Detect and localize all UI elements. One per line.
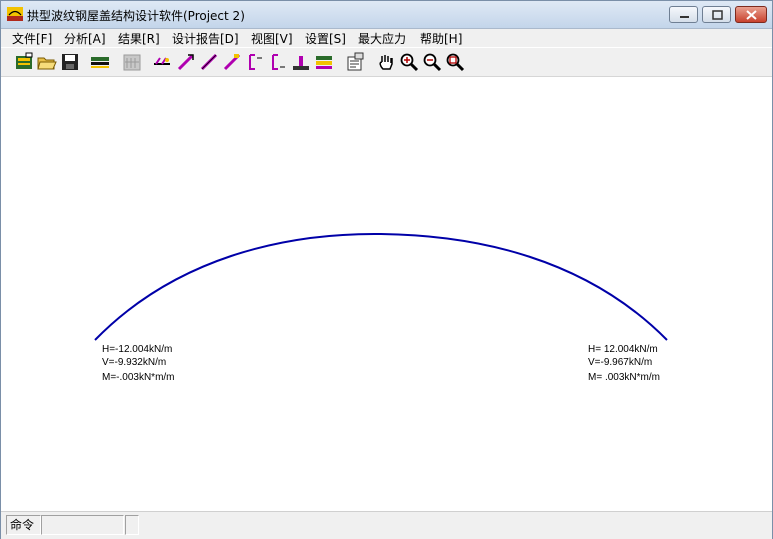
menu-view[interactable]: 视图[V]: [251, 30, 293, 47]
zoom-in-icon: [400, 53, 419, 72]
arch-drawing: [94, 232, 668, 341]
support-icon: [154, 57, 170, 65]
left-reaction-v: V=-9.932kN/m: [102, 357, 167, 368]
left-reaction-m: M=-.003kN*m/m: [102, 372, 175, 383]
arch-curve: [94, 232, 668, 341]
section-button[interactable]: [90, 52, 110, 72]
close-icon: [746, 10, 757, 20]
bracket-load-button[interactable]: [245, 52, 265, 72]
maximize-icon: [712, 10, 723, 20]
menu-results[interactable]: 结果[R]: [118, 30, 160, 47]
column-button[interactable]: [291, 52, 311, 72]
line-load-button[interactable]: [199, 52, 219, 72]
menu-max-stress[interactable]: 最大应力: [358, 30, 406, 47]
status-panel-2: [41, 515, 124, 535]
properties-button[interactable]: [345, 52, 365, 72]
new-project-button[interactable]: [14, 52, 34, 72]
save-icon: [62, 54, 78, 70]
menu-design-report[interactable]: 设计报告[D]: [172, 30, 239, 47]
zoom-out-button[interactable]: [422, 52, 442, 72]
maximize-button[interactable]: [702, 6, 731, 23]
minimize-icon: [680, 16, 689, 18]
pan-button[interactable]: [376, 52, 396, 72]
right-reaction-m: M= .003kN*m/m: [588, 372, 660, 383]
bracket-right-icon: [272, 54, 285, 70]
left-reaction-h: H=-12.004kN/m: [102, 344, 173, 355]
close-button[interactable]: [735, 6, 767, 23]
drawing-canvas[interactable]: H=-12.004kN/m V=-9.932kN/m M=-.003kN*m/m…: [1, 77, 772, 510]
bracket-load-icon: [249, 54, 262, 70]
new-project-icon: [16, 52, 33, 69]
menu-help[interactable]: 帮助[H]: [420, 30, 462, 47]
results-color-button[interactable]: [314, 52, 334, 72]
zoom-in-button[interactable]: [399, 52, 419, 72]
save-button[interactable]: [60, 52, 80, 72]
pan-hand-icon: [379, 55, 393, 70]
title-bar[interactable]: 拱型波纹钢屋盖结构设计软件(Project 2): [1, 1, 772, 29]
app-window: 拱型波纹钢屋盖结构设计软件(Project 2) 文件[F] 分析[A] 结果[…: [0, 0, 773, 539]
status-command-label: 命令: [6, 515, 41, 535]
calculator-icon: [123, 54, 141, 71]
right-reaction-h: H= 12.004kN/m: [588, 344, 658, 355]
open-button[interactable]: [37, 52, 57, 72]
window-title: 拱型波纹钢屋盖结构设计软件(Project 2): [27, 9, 245, 23]
zoom-all-button[interactable]: [445, 52, 465, 72]
support-button[interactable]: [152, 52, 172, 72]
line-load-icon: [200, 53, 218, 71]
zoom-out-icon: [423, 53, 442, 72]
app-logo-icon: [7, 7, 23, 21]
toolbar: [1, 48, 772, 77]
minimize-button[interactable]: [669, 6, 698, 23]
distributed-load-icon: [223, 53, 241, 71]
open-folder-icon: [37, 57, 57, 70]
distributed-load-button[interactable]: [222, 52, 242, 72]
menu-analysis[interactable]: 分析[A]: [64, 30, 106, 47]
section-icon: [91, 57, 109, 68]
properties-icon: [347, 52, 364, 71]
menu-bar: 文件[F] 分析[A] 结果[R] 设计报告[D] 视图[V] 设置[S] 最大…: [1, 29, 772, 47]
zoom-all-icon: [446, 53, 465, 72]
bracket-right-button[interactable]: [268, 52, 288, 72]
status-bar: 命令: [1, 511, 772, 539]
calculator-button[interactable]: [122, 52, 142, 72]
load-arrow-icon: [177, 54, 194, 71]
column-icon: [293, 56, 309, 70]
results-color-icon: [316, 56, 332, 69]
right-reaction-v: V=-9.967kN/m: [588, 357, 653, 368]
menu-settings[interactable]: 设置[S]: [305, 30, 346, 47]
status-panel-3: [125, 515, 139, 535]
load-arrow-button[interactable]: [176, 52, 196, 72]
menu-file[interactable]: 文件[F]: [12, 30, 52, 47]
